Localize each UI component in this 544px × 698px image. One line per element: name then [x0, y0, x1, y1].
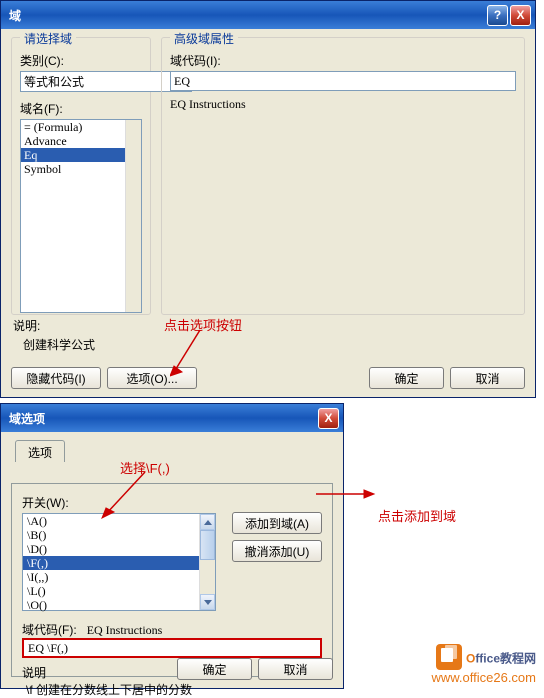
advanced-properties-group: 高级域属性 域代码(I): EQ Instructions: [161, 37, 525, 315]
close-button[interactable]: X: [510, 5, 531, 26]
cancel-button[interactable]: 取消: [258, 658, 333, 680]
annotation-click-add: 点击添加到域: [378, 506, 456, 525]
list-item[interactable]: \D(): [23, 542, 215, 556]
tab-panel: 开关(W): \A() \B() \D() \F(,) \I(,,) \L() …: [11, 483, 333, 677]
add-to-field-button[interactable]: 添加到域(A): [232, 512, 322, 534]
list-item[interactable]: \I(,,): [23, 570, 215, 584]
switch-listbox[interactable]: \A() \B() \D() \F(,) \I(,,) \L() \O(): [22, 513, 216, 611]
field-dialog: 域 ? X 请选择域 类别(C): 域名(F): = (Formula) Adv…: [0, 0, 536, 398]
fieldcode-label: 域代码(I):: [170, 52, 516, 69]
field-options-dialog: 域选项 X 选项 开关(W): \A() \B() \D() \F(,) \I(…: [0, 403, 344, 689]
scroll-thumb[interactable]: [200, 530, 215, 560]
ok-button[interactable]: 确定: [177, 658, 252, 680]
logo-icon: [436, 644, 462, 670]
list-item[interactable]: \A(): [23, 514, 215, 528]
list-item[interactable]: = (Formula): [21, 120, 141, 134]
dialog-title: 域选项: [9, 410, 318, 427]
brand-url: www.office26.com: [431, 670, 536, 685]
fieldcode-input[interactable]: [170, 71, 516, 91]
group-legend: 请选择域: [20, 30, 76, 47]
fieldname-listbox[interactable]: = (Formula) Advance Eq Symbol: [20, 119, 142, 313]
scrollbar[interactable]: [199, 514, 215, 610]
fieldname-label: 域名(F):: [20, 100, 142, 117]
group-legend: 高级域属性: [170, 30, 238, 47]
scroll-up-button[interactable]: [200, 514, 215, 530]
category-label: 类别(C):: [20, 52, 142, 69]
list-item[interactable]: Eq: [21, 148, 141, 162]
tab-options[interactable]: 选项: [15, 440, 65, 462]
chevron-down-icon: [204, 600, 212, 605]
chevron-up-icon: [204, 520, 212, 525]
list-item[interactable]: \B(): [23, 528, 215, 542]
category-combo[interactable]: [20, 71, 142, 92]
scrollbar[interactable]: [125, 120, 141, 312]
list-item[interactable]: \F(,): [23, 556, 215, 570]
close-button[interactable]: X: [318, 408, 339, 429]
titlebar[interactable]: 域 ? X: [1, 1, 535, 29]
description-block: 说明: 创建科学公式: [13, 317, 95, 353]
fieldcode-result-input[interactable]: [22, 638, 322, 658]
description-label: 说明:: [13, 317, 95, 334]
brand-logo: Office教程网: [431, 644, 536, 670]
scroll-down-button[interactable]: [200, 594, 215, 610]
watermark: Office教程网 www.office26.com: [431, 644, 536, 685]
list-item[interactable]: Advance: [21, 134, 141, 148]
list-item[interactable]: Symbol: [21, 162, 141, 176]
list-item[interactable]: \O(): [23, 598, 215, 612]
fieldcode-hint: EQ Instructions: [170, 97, 516, 112]
options-button[interactable]: 选项(O)...: [107, 367, 197, 389]
fieldcodes-hint: EQ Instructions: [87, 623, 163, 637]
description-value: 创建科学公式: [13, 336, 95, 353]
undo-add-button[interactable]: 撤消添加(U): [232, 540, 322, 562]
switch-label: 开关(W):: [22, 494, 322, 511]
fieldcodes-label: 域代码(F):: [22, 623, 77, 637]
ok-button[interactable]: 确定: [369, 367, 444, 389]
titlebar[interactable]: 域选项 X: [1, 404, 343, 432]
hide-codes-button[interactable]: 隐藏代码(I): [11, 367, 101, 389]
category-input[interactable]: [20, 71, 183, 92]
help-button[interactable]: ?: [487, 5, 508, 26]
list-item[interactable]: \L(): [23, 584, 215, 598]
cancel-button[interactable]: 取消: [450, 367, 525, 389]
dialog-title: 域: [9, 7, 487, 24]
select-field-group: 请选择域 类别(C): 域名(F): = (Formula) Advance E…: [11, 37, 151, 315]
description-value: \f 创建在分数线上下居中的分数: [22, 681, 322, 698]
